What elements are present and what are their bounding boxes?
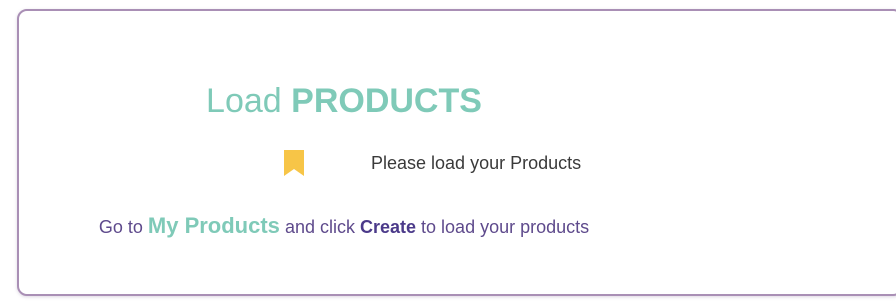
create-link[interactable]: Create [360, 217, 416, 237]
instruction-text: Go to My Products and click Create to lo… [19, 213, 669, 240]
notice-text: Please load your Products [371, 153, 582, 173]
card-title: Load PRODUCTS [19, 81, 669, 121]
instruction-part3: to load your products [421, 217, 590, 237]
bookmark-icon [284, 150, 304, 176]
my-products-link[interactable]: My Products [148, 213, 280, 238]
instruction-part1: Go to [98, 217, 143, 237]
title-emphasis: PRODUCTS [291, 82, 482, 120]
instruction-part2: and click [284, 217, 355, 237]
title-prefix: Load [206, 82, 282, 120]
load-products-card: Load PRODUCTS Please load your Products … [17, 9, 896, 296]
